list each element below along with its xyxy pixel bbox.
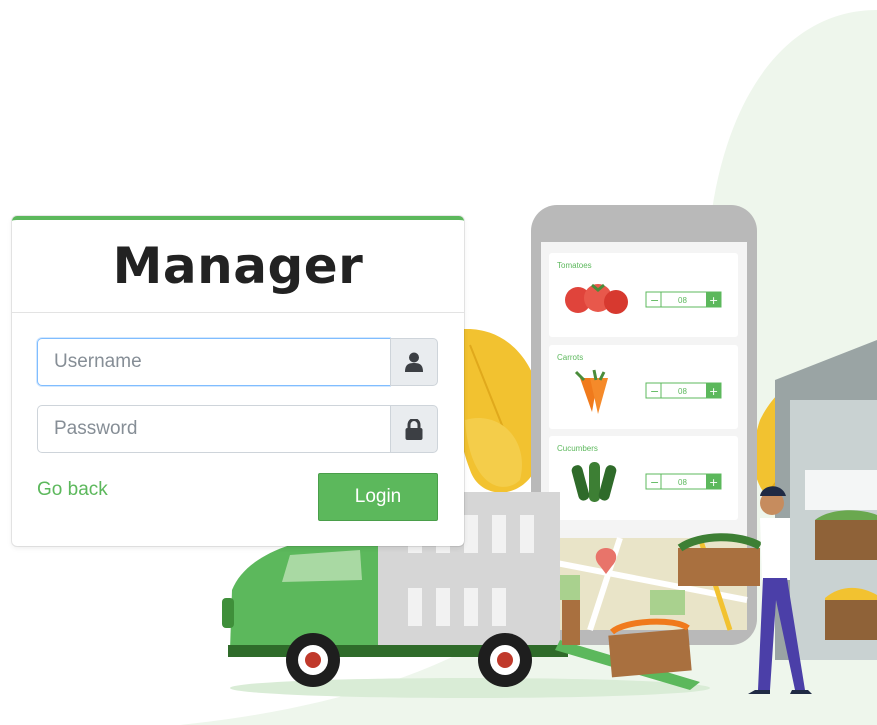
- user-icon: [390, 338, 438, 386]
- username-input[interactable]: [37, 338, 390, 386]
- minus-icon: −: [650, 385, 659, 398]
- plus-icon: +: [709, 476, 718, 489]
- login-card-body: Go back Login: [12, 313, 464, 543]
- quantity-value-cucumbers: 08: [678, 478, 687, 487]
- password-input[interactable]: [37, 405, 390, 453]
- minus-icon: −: [650, 294, 659, 307]
- username-input-group: [37, 338, 438, 386]
- password-input-group: [37, 405, 438, 453]
- yellow-leaf-left: [453, 329, 543, 493]
- product-name-cucumbers: Cucumbers: [557, 444, 598, 453]
- minus-icon: −: [650, 476, 659, 489]
- go-back-link[interactable]: Go back: [37, 479, 108, 501]
- lock-icon: [390, 405, 438, 453]
- login-card: Manager Go back Login: [12, 216, 464, 546]
- login-card-header: Manager: [12, 220, 464, 313]
- plus-icon: +: [709, 385, 718, 398]
- product-name-carrots: Carrots: [557, 353, 583, 362]
- login-button[interactable]: Login: [318, 473, 438, 521]
- product-name-tomatoes: Tomatoes: [557, 261, 592, 270]
- quantity-value-tomatoes: 08: [678, 296, 687, 305]
- page-title: Manager: [112, 237, 364, 295]
- quantity-value-carrots: 08: [678, 387, 687, 396]
- plus-icon: +: [709, 294, 718, 307]
